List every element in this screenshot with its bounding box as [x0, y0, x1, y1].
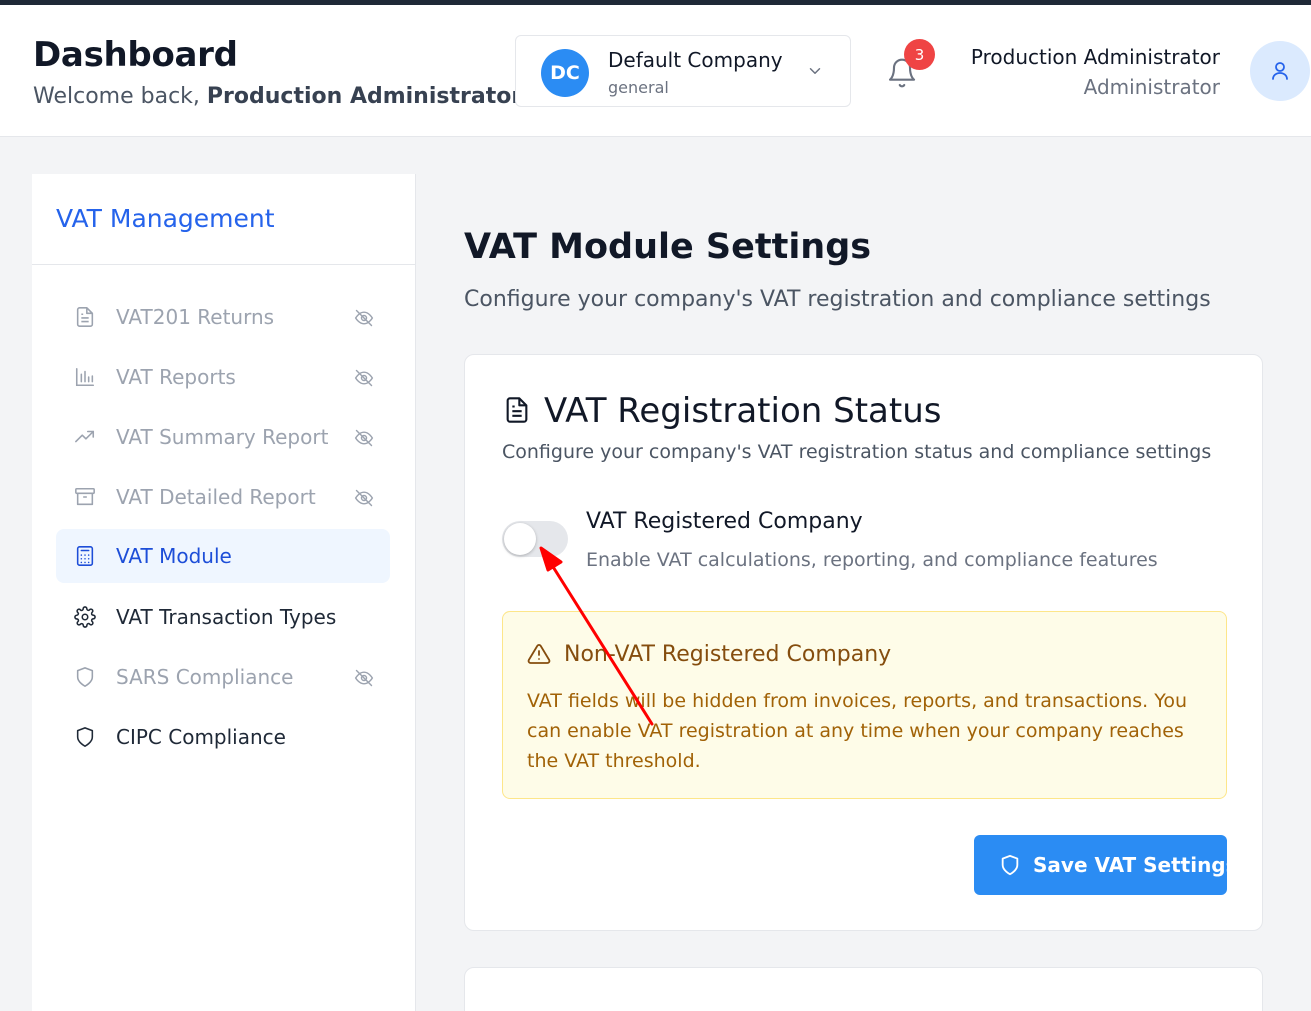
sidebar-item-label: VAT201 Returns	[116, 305, 275, 329]
sidebar-item-sars-compliance[interactable]: SARS Compliance	[56, 650, 390, 704]
sidebar: VAT Management VAT201 Returns VAT Report…	[32, 174, 416, 1011]
archive-icon	[75, 487, 95, 506]
sidebar-item-label: VAT Summary Report	[116, 425, 329, 449]
chevron-down-icon	[809, 68, 821, 74]
sidebar-item-cipc-compliance[interactable]: CIPC Compliance	[56, 710, 390, 764]
sidebar-item-vat-detailed-report[interactable]: VAT Detailed Report	[56, 470, 390, 524]
card-title: VAT Registration Status	[544, 391, 942, 431]
vat-registration-card: VAT Registration Status Configure your c…	[464, 354, 1263, 931]
user-role: Administrator	[1083, 75, 1220, 99]
sidebar-item-label: CIPC Compliance	[116, 725, 286, 749]
notification-badge: 3	[904, 39, 935, 70]
sidebar-item-vat201-returns[interactable]: VAT201 Returns	[56, 290, 390, 344]
sidebar-item-vat-transaction-types[interactable]: VAT Transaction Types	[56, 590, 390, 644]
sidebar-item-vat-summary-report[interactable]: VAT Summary Report	[56, 410, 390, 464]
company-sub: general	[608, 78, 669, 97]
eye-off-icon	[354, 669, 374, 687]
sidebar-item-label: VAT Reports	[116, 365, 236, 389]
eye-off-icon	[354, 309, 374, 327]
eye-off-icon	[354, 369, 374, 387]
card-subtitle: Configure your company's VAT registratio…	[502, 441, 1212, 463]
company-selector[interactable]: DC Default Company general	[515, 35, 851, 107]
sidebar-item-vat-reports[interactable]: VAT Reports	[56, 350, 390, 404]
sidebar-item-vat-module[interactable]: VAT Module	[56, 529, 390, 583]
eye-off-icon	[354, 429, 374, 447]
sidebar-divider	[32, 264, 416, 265]
document-icon	[506, 397, 528, 423]
shield-icon	[76, 667, 94, 687]
gear-icon	[74, 606, 96, 628]
save-vat-settings-button[interactable]: Save VAT Settings	[974, 835, 1238, 895]
company-avatar: DC	[541, 49, 589, 97]
shield-icon	[76, 727, 94, 747]
sidebar-item-label: VAT Module	[116, 544, 232, 568]
app-header: Dashboard Welcome back, Production Admin…	[0, 5, 1311, 137]
toggle-label: VAT Registered Company	[586, 509, 863, 534]
company-name: Default Company	[608, 48, 783, 72]
warning-icon	[527, 644, 551, 664]
next-card	[464, 967, 1263, 1011]
bar-chart-icon	[75, 367, 95, 387]
toggle-knob	[504, 523, 536, 555]
calculator-icon	[76, 546, 94, 566]
welcome-prefix: Welcome back,	[33, 84, 200, 109]
user-icon	[1272, 62, 1288, 80]
vat-registered-toggle[interactable]	[502, 521, 568, 557]
shield-icon	[1001, 854, 1019, 876]
toggle-description: Enable VAT calculations, reporting, and …	[586, 549, 1158, 571]
warning-title: Non-VAT Registered Company	[564, 642, 892, 667]
eye-off-icon	[354, 489, 374, 507]
page-subtitle: Configure your company's VAT registratio…	[464, 287, 1211, 312]
page-title: VAT Module Settings	[464, 227, 872, 267]
user-avatar[interactable]	[1250, 41, 1310, 101]
welcome-message: Welcome back, Production Administrator	[33, 84, 522, 109]
sidebar-title: VAT Management	[56, 204, 275, 233]
save-button-label: Save VAT Settings	[1033, 853, 1238, 877]
user-name: Production Administrator	[970, 45, 1220, 69]
welcome-user: Production Administrator	[206, 84, 523, 109]
document-icon	[76, 307, 94, 327]
page-header-title: Dashboard	[33, 35, 238, 75]
sidebar-item-label: VAT Transaction Types	[116, 605, 337, 629]
trending-up-icon	[75, 430, 95, 443]
warning-box: Non-VAT Registered Company VAT fields wi…	[502, 611, 1227, 799]
warning-text: VAT fields will be hidden from invoices,…	[527, 690, 1187, 772]
sidebar-item-label: SARS Compliance	[116, 665, 294, 689]
sidebar-item-label: VAT Detailed Report	[116, 485, 316, 509]
